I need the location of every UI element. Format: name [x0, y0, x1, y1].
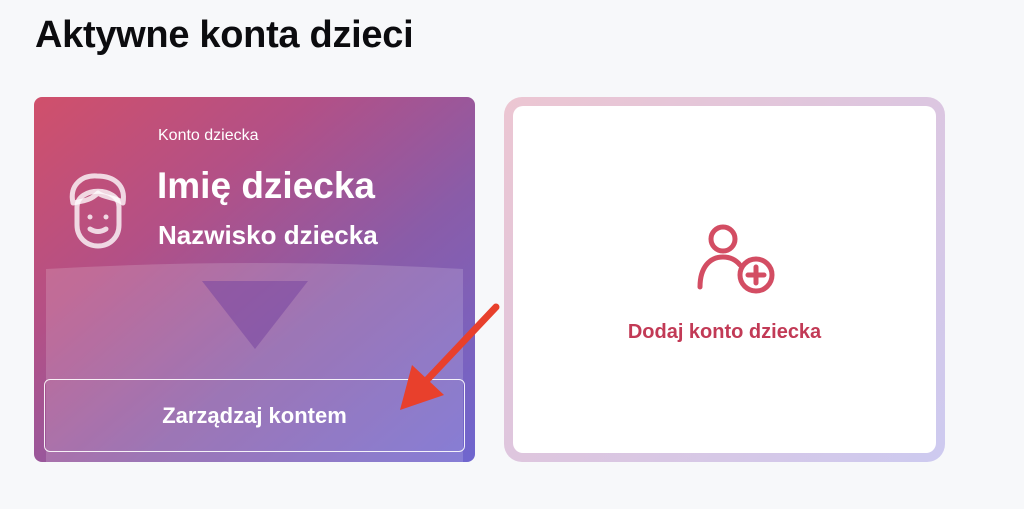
add-user-icon [697, 224, 775, 294]
child-first-name: Imię dziecka [157, 165, 376, 206]
page-title: Aktywne konta dzieci [35, 14, 414, 56]
add-card-inner: Dodaj konto dziecka [513, 106, 936, 453]
child-account-card: Konto dziecka Imię dziecka Nazwisko dzie… [34, 97, 475, 462]
add-child-account-label: Dodaj konto dziecka [627, 321, 822, 343]
child-last-name: Nazwisko dziecka [158, 220, 378, 250]
add-child-account-card[interactable]: Dodaj konto dziecka [504, 97, 945, 462]
card-eyebrow: Konto dziecka [158, 127, 259, 144]
manage-account-button[interactable]: Zarządzaj kontem [44, 379, 465, 452]
child-face-icon [69, 173, 126, 249]
page: Aktywne konta dzieci Konto dziecka Imię … [0, 0, 1024, 509]
